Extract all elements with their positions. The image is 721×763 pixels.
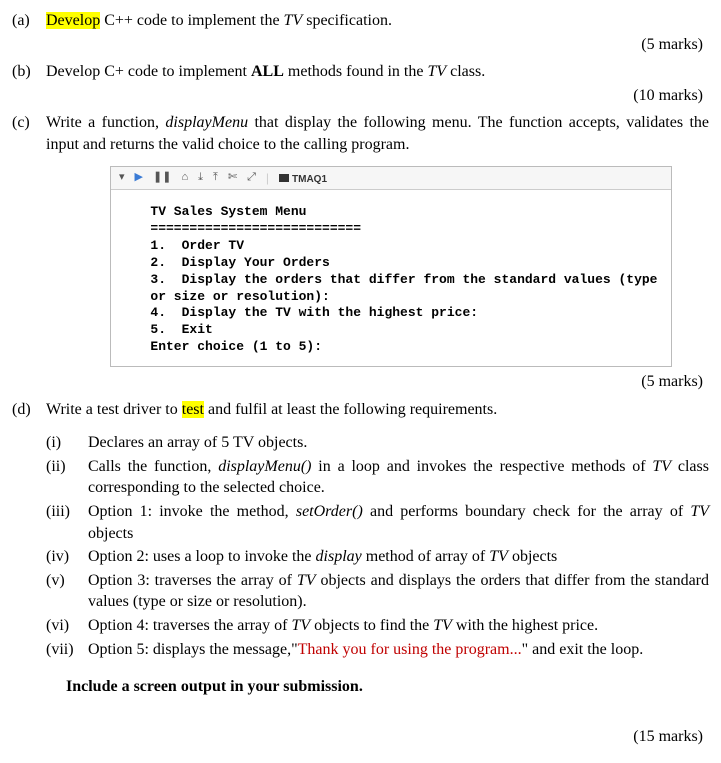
question-a: (a) Develop C++ code to implement the TV…: [12, 10, 709, 32]
set-order-fn: setOrder(): [296, 503, 363, 520]
subbody: Option 1: invoke the method, setOrder() …: [88, 501, 709, 544]
roman-label: (vii): [46, 639, 88, 661]
subbody: Option 5: displays the message,"Thank yo…: [88, 639, 709, 661]
scissors-icon: ✄: [228, 170, 237, 185]
highlight-develop: Develop: [46, 12, 100, 29]
question-b: (b) Develop C+ code to implement ALL met…: [12, 61, 709, 83]
text: Option 1: invoke the method,: [88, 503, 296, 520]
subbody: Option 2: uses a loop to invoke the disp…: [88, 546, 709, 568]
tv-class: TV: [433, 617, 452, 634]
marks-b: (10 marks): [12, 85, 703, 107]
play-icon: ▶: [135, 170, 143, 185]
bold-all: ALL: [251, 63, 284, 80]
subitem-vii: (vii) Option 5: displays the message,"Th…: [46, 639, 709, 661]
thank-you-message: Thank you for using the program...: [298, 641, 522, 658]
text: objects: [88, 525, 133, 542]
subitem-v: (v) Option 3: traverses the array of TV …: [46, 570, 709, 613]
tab-label-wrap: TMAQ1: [279, 170, 327, 187]
subitem-iii: (iii) Option 1: invoke the method, setOr…: [46, 501, 709, 544]
text: specification.: [302, 12, 392, 29]
text: objects: [508, 548, 557, 565]
subitem-i: (i) Declares an array of 5 TV objects.: [46, 432, 709, 454]
marks-c: (5 marks): [12, 371, 703, 393]
text: Option 4: traverses the array of: [88, 617, 291, 634]
separator: |: [266, 170, 269, 186]
question-d-label: (d): [12, 399, 46, 421]
tv-class: TV: [690, 503, 709, 520]
marks-a: (5 marks): [12, 34, 703, 56]
marks-d: (15 marks): [12, 726, 703, 748]
roman-label: (iii): [46, 501, 88, 544]
text: " and exit the loop.: [522, 641, 644, 658]
tv-class: TV: [652, 458, 671, 475]
roman-label: (vi): [46, 615, 88, 637]
subbody: Calls the function, displayMenu() in a l…: [88, 456, 709, 499]
subitem-iv: (iv) Option 2: uses a loop to invoke the…: [46, 546, 709, 568]
text: in a loop and invokes the respective met…: [312, 458, 653, 475]
tv-class: TV: [291, 617, 310, 634]
subitem-ii: (ii) Calls the function, displayMenu() i…: [46, 456, 709, 499]
roman-label: (iv): [46, 546, 88, 568]
subbody: Option 3: traverses the array of TV obje…: [88, 570, 709, 613]
question-b-label: (b): [12, 61, 46, 83]
tv-class: TV: [427, 63, 446, 80]
text: Option 5: displays the message,": [88, 641, 298, 658]
question-d-body: Write a test driver to test and fulfil a…: [46, 399, 709, 421]
dropdown-icon: ▾: [119, 170, 125, 185]
text: Option 2: uses a loop to invoke the: [88, 548, 316, 565]
roman-label: (ii): [46, 456, 88, 499]
highlight-test: test: [182, 401, 204, 418]
subbody: Option 4: traverses the array of TV obje…: [88, 615, 709, 637]
up-icon: ⤒: [213, 170, 218, 185]
text: methods found in the: [284, 63, 428, 80]
text: Develop C+ code to implement: [46, 63, 251, 80]
tv-class: TV: [297, 572, 316, 589]
text: and fulfil at least the following requir…: [204, 401, 497, 418]
text: and performs boundary check for the arra…: [363, 503, 691, 520]
question-b-body: Develop C+ code to implement ALL methods…: [46, 61, 709, 83]
console-body: TV Sales System Menu ===================…: [111, 190, 671, 366]
tv-class: TV: [284, 12, 303, 29]
question-d: (d) Write a test driver to test and fulf…: [12, 399, 709, 421]
text: method of array of: [362, 548, 490, 565]
display-menu: displayMenu: [165, 114, 248, 131]
text: C++ code to implement the: [100, 12, 283, 29]
sublist: (i) Declares an array of 5 TV objects. (…: [46, 432, 709, 660]
home-icon: ⌂: [181, 170, 188, 185]
question-c-body: Write a function, displayMenu that displ…: [46, 112, 709, 155]
question-a-label: (a): [12, 10, 46, 32]
text: Write a test driver to: [46, 401, 182, 418]
question-c-label: (c): [12, 112, 46, 155]
text: Option 3: traverses the array of: [88, 572, 297, 589]
text: objects to find the: [310, 617, 433, 634]
question-a-body: Develop C++ code to implement the TV spe…: [46, 10, 709, 32]
text: with the highest price.: [452, 617, 598, 634]
subitem-vi: (vi) Option 4: traverses the array of TV…: [46, 615, 709, 637]
console-toolbar: ▾ ▶ ❚❚ ⌂ ⤓ ⤒ ✄ ⤢ | TMAQ1: [111, 167, 671, 191]
include-instruction: Include a screen output in your submissi…: [66, 676, 709, 698]
down-icon: ⤓: [198, 170, 203, 185]
question-c: (c) Write a function, displayMenu that d…: [12, 112, 709, 155]
text: Declares an array of 5 TV objects.: [88, 434, 307, 451]
pause-icon: ❚❚: [153, 170, 171, 185]
display-method: display: [316, 548, 362, 565]
display-menu-fn: displayMenu(): [218, 458, 311, 475]
text: Write a function,: [46, 114, 165, 131]
roman-label: (v): [46, 570, 88, 613]
cursor-icon: ⤢: [247, 170, 256, 185]
roman-label: (i): [46, 432, 88, 454]
tv-class: TV: [489, 548, 508, 565]
text: Calls the function,: [88, 458, 218, 475]
subbody: Declares an array of 5 TV objects.: [88, 432, 709, 454]
console-tab-label: TMAQ1: [292, 174, 327, 185]
console-output: ▾ ▶ ❚❚ ⌂ ⤓ ⤒ ✄ ⤢ | TMAQ1 TV Sales System…: [110, 166, 672, 368]
tab-icon: [279, 174, 289, 182]
text: class.: [446, 63, 485, 80]
